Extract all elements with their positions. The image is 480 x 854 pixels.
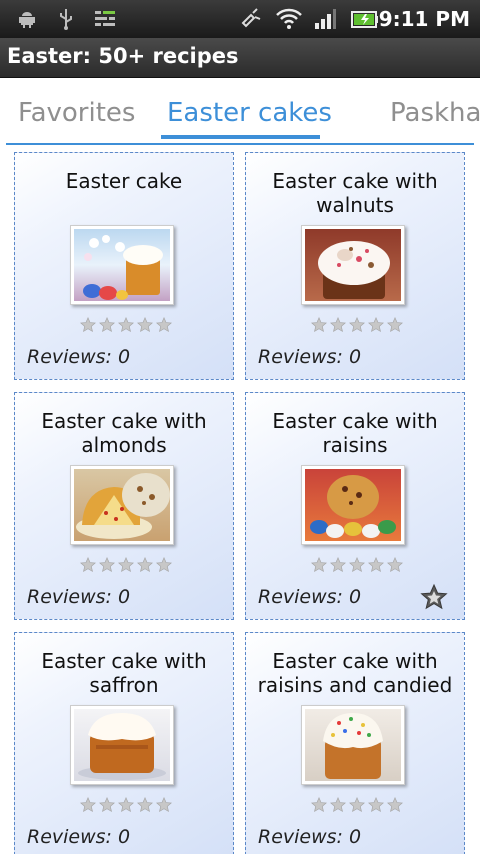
star-icon: [156, 557, 172, 573]
star-icon: [80, 557, 96, 573]
favorite-star-icon[interactable]: [420, 583, 448, 611]
status-bar: 9:11 PM: [0, 0, 480, 38]
recipe-title: Easter cake with raisins: [272, 409, 438, 457]
rating-stars: [311, 317, 403, 333]
rating-stars: [311, 557, 403, 573]
recipe-card[interactable]: Easter cake with raisins Reviews: 0: [245, 392, 465, 620]
star-icon: [330, 317, 346, 333]
star-icon: [156, 317, 172, 333]
star-icon: [311, 557, 327, 573]
star-icon: [137, 557, 153, 573]
star-icon: [80, 797, 96, 813]
star-icon: [99, 797, 115, 813]
almond-cake-photo: [70, 465, 174, 545]
rating-stars: [80, 317, 172, 333]
wifi-icon: [274, 7, 304, 31]
title-bar: Easter: 50+ recipes: [0, 38, 480, 78]
star-icon: [330, 797, 346, 813]
recipe-title: Easter cake: [65, 169, 183, 193]
star-icon: [137, 797, 153, 813]
rating-stars: [311, 797, 403, 813]
recipe-title: Easter cake with walnuts: [272, 169, 438, 217]
candied-cake-photo: [301, 705, 405, 785]
recipe-title: Easter cake with raisins and candied: [257, 649, 453, 697]
walnut-cake-photo: [301, 225, 405, 305]
easter-cake-photo: [70, 225, 174, 305]
recipe-title: Easter cake with almonds: [41, 409, 207, 457]
recipe-card[interactable]: Easter cake with saffron Reviews: 0: [14, 632, 234, 854]
star-icon: [137, 317, 153, 333]
status-time: 9:11 PM: [378, 7, 470, 31]
star-icon: [368, 557, 384, 573]
reviews-count: Reviews: 0: [27, 826, 131, 848]
star-icon: [349, 557, 365, 573]
star-icon: [118, 557, 134, 573]
tab-easter-cakes[interactable]: Easter cakes: [167, 98, 332, 128]
rating-stars: [80, 797, 172, 813]
reviews-count: Reviews: 0: [27, 346, 131, 368]
usb-icon: [54, 7, 78, 31]
star-icon: [349, 317, 365, 333]
app-title: Easter: 50+ recipes: [7, 44, 239, 68]
star-icon: [387, 557, 403, 573]
star-icon: [349, 797, 365, 813]
signal-icon: [312, 7, 338, 31]
recipe-title: Easter cake with saffron: [41, 649, 207, 697]
star-icon: [156, 797, 172, 813]
battery-icon: [350, 7, 380, 31]
tab-divider: [6, 143, 474, 145]
android-icon: [14, 7, 40, 31]
star-icon: [387, 797, 403, 813]
recipe-card[interactable]: Easter cake Reviews: 0: [14, 152, 234, 380]
recipe-grid: Easter cake Reviews: 0 Easter cake with …: [0, 148, 480, 854]
raisin-cake-photo: [301, 465, 405, 545]
selected-tab-indicator: [161, 135, 320, 139]
star-icon: [368, 797, 384, 813]
rating-stars: [80, 557, 172, 573]
star-icon: [387, 317, 403, 333]
reviews-count: Reviews: 0: [258, 586, 362, 608]
reviews-count: Reviews: 0: [258, 346, 362, 368]
star-icon: [118, 797, 134, 813]
tab-bar: Favorites Easter cakes Paskha: [0, 78, 480, 148]
star-icon: [330, 557, 346, 573]
star-icon: [118, 317, 134, 333]
reviews-count: Reviews: 0: [27, 586, 131, 608]
sync-icon: [92, 7, 118, 31]
recipe-card[interactable]: Easter cake with raisins and candied Rev…: [245, 632, 465, 854]
star-icon: [311, 317, 327, 333]
bluetooth-icon: [238, 7, 264, 31]
star-icon: [368, 317, 384, 333]
star-icon: [99, 557, 115, 573]
tab-favorites[interactable]: Favorites: [18, 98, 135, 128]
tab-paskha[interactable]: Paskha: [390, 98, 480, 128]
recipe-card[interactable]: Easter cake with walnuts Reviews: 0: [245, 152, 465, 380]
star-icon: [80, 317, 96, 333]
reviews-count: Reviews: 0: [258, 826, 362, 848]
star-icon: [311, 797, 327, 813]
saffron-cake-photo: [70, 705, 174, 785]
recipe-card[interactable]: Easter cake with almonds Reviews: 0: [14, 392, 234, 620]
star-icon: [99, 317, 115, 333]
